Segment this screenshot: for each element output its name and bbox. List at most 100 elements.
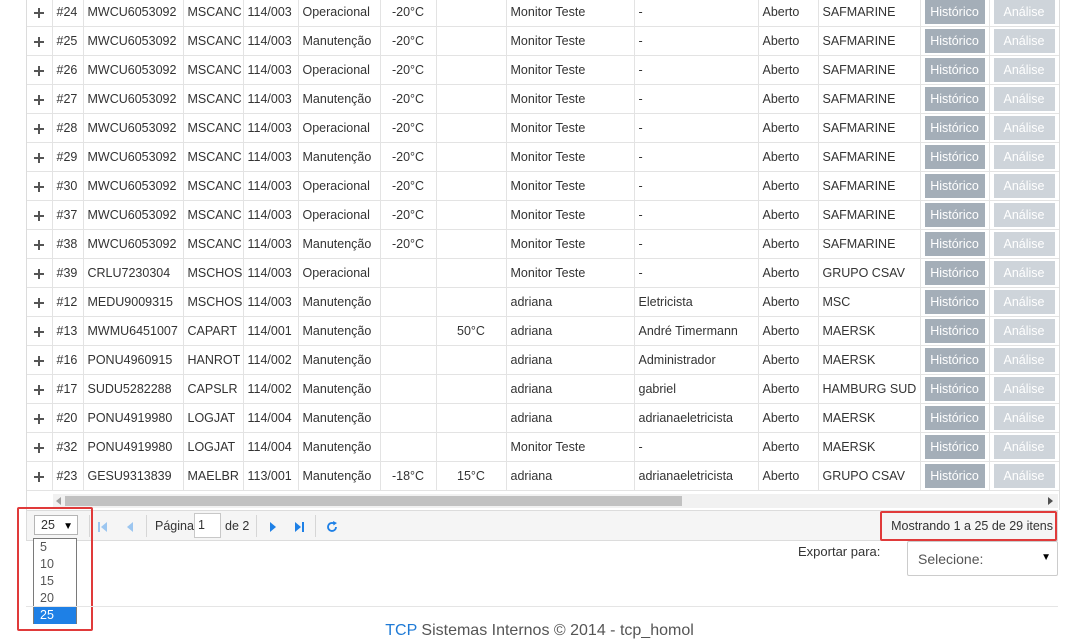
analise-button[interactable]: Análise bbox=[993, 145, 1055, 169]
expand-plus-icon[interactable] bbox=[34, 384, 45, 395]
expand-cell[interactable] bbox=[27, 200, 53, 230]
historico-button[interactable]: Histórico bbox=[924, 232, 985, 256]
table-row[interactable]: #38 MWCU6053092 MSCANC 114/003 Manutenção -20… bbox=[27, 229, 1059, 259]
historico-button[interactable]: Histórico bbox=[924, 290, 985, 314]
historico-button[interactable]: Histórico bbox=[924, 348, 985, 372]
expand-plus-icon[interactable] bbox=[34, 36, 45, 47]
expand-plus-icon[interactable] bbox=[34, 326, 45, 337]
table-row[interactable]: #20 PONU4919980 LOGJAT 114/004 Manutenção adr… bbox=[27, 403, 1059, 433]
expand-plus-icon[interactable] bbox=[34, 297, 45, 308]
scroll-left-icon[interactable] bbox=[56, 497, 61, 505]
historico-button[interactable]: Histórico bbox=[924, 203, 985, 227]
expand-plus-icon[interactable] bbox=[34, 181, 45, 192]
table-row[interactable]: #24 MWCU6053092 MSCANC 114/003 Operacional -2… bbox=[27, 0, 1059, 27]
analise-button[interactable]: Análise bbox=[993, 116, 1055, 140]
table-row[interactable]: #27 MWCU6053092 MSCANC 114/003 Manutenção -20… bbox=[27, 84, 1059, 114]
table-row[interactable]: #25 MWCU6053092 MSCANC 114/003 Manutenção -20… bbox=[27, 26, 1059, 56]
analise-button[interactable]: Análise bbox=[993, 435, 1055, 459]
previous-page-icon[interactable] bbox=[123, 520, 137, 534]
expand-plus-icon[interactable] bbox=[34, 268, 45, 279]
historico-button[interactable]: Histórico bbox=[924, 58, 985, 82]
export-select[interactable]: Selecione: ▼ bbox=[907, 541, 1058, 576]
expand-plus-icon[interactable] bbox=[34, 471, 45, 482]
historico-button[interactable]: Histórico bbox=[924, 435, 985, 459]
scroll-right-icon[interactable] bbox=[1048, 497, 1053, 505]
table-row[interactable]: #29 MWCU6053092 MSCANC 114/003 Manutenção -20… bbox=[27, 142, 1059, 172]
expand-cell[interactable] bbox=[27, 113, 53, 143]
analise-button[interactable]: Análise bbox=[993, 348, 1055, 372]
expand-plus-icon[interactable] bbox=[34, 442, 45, 453]
expand-cell[interactable] bbox=[27, 432, 53, 462]
analise-button[interactable]: Análise bbox=[993, 406, 1055, 430]
footer-brand[interactable]: TCP bbox=[385, 622, 417, 639]
table-row[interactable]: #28 MWCU6053092 MSCANC 114/003 Operacional -2… bbox=[27, 113, 1059, 143]
analise-button[interactable]: Análise bbox=[993, 232, 1055, 256]
expand-plus-icon[interactable] bbox=[34, 355, 45, 366]
expand-cell[interactable] bbox=[27, 26, 53, 56]
analise-button[interactable]: Análise bbox=[993, 464, 1055, 488]
expand-cell[interactable] bbox=[27, 316, 53, 346]
expand-cell[interactable] bbox=[27, 287, 53, 317]
historico-button[interactable]: Histórico bbox=[924, 0, 985, 24]
expand-cell[interactable] bbox=[27, 374, 53, 404]
refresh-icon[interactable] bbox=[325, 520, 339, 534]
table-row[interactable]: #39 CRLU7230304 MSCHOS 114/003 Operacional Mo… bbox=[27, 258, 1059, 288]
expand-plus-icon[interactable] bbox=[34, 152, 45, 163]
historico-button[interactable]: Histórico bbox=[924, 406, 985, 430]
expand-cell[interactable] bbox=[27, 229, 53, 259]
expand-cell[interactable] bbox=[27, 461, 53, 491]
table-row[interactable]: #23 GESU9313839 MAELBR 113/001 Manutenção -18… bbox=[27, 461, 1059, 491]
table-row[interactable]: #30 MWCU6053092 MSCANC 114/003 Operacional -2… bbox=[27, 171, 1059, 201]
table-row[interactable]: #17 SUDU5282288 CAPSLR 114/002 Manutenção adr… bbox=[27, 374, 1059, 404]
expand-cell[interactable] bbox=[27, 258, 53, 288]
horizontal-scrollbar[interactable] bbox=[53, 494, 1058, 508]
historico-button[interactable]: Histórico bbox=[924, 319, 985, 343]
expand-cell[interactable] bbox=[27, 55, 53, 85]
table-row[interactable]: #16 PONU4960915 HANROT 114/002 Manutenção adr… bbox=[27, 345, 1059, 375]
last-page-icon[interactable] bbox=[292, 520, 306, 534]
table-row[interactable]: #26 MWCU6053092 MSCANC 114/003 Operacional -2… bbox=[27, 55, 1059, 85]
historico-button[interactable]: Histórico bbox=[924, 174, 985, 198]
expand-plus-icon[interactable] bbox=[34, 94, 45, 105]
analise-button[interactable]: Análise bbox=[993, 377, 1055, 401]
page-number-input[interactable]: 1 bbox=[194, 513, 221, 538]
expand-plus-icon[interactable] bbox=[34, 7, 45, 18]
historico-button[interactable]: Histórico bbox=[924, 377, 985, 401]
analise-button[interactable]: Análise bbox=[993, 29, 1055, 53]
expand-plus-icon[interactable] bbox=[34, 123, 45, 134]
expand-plus-icon[interactable] bbox=[34, 413, 45, 424]
historico-button[interactable]: Histórico bbox=[924, 145, 985, 169]
scrollbar-thumb[interactable] bbox=[65, 496, 682, 506]
expand-cell[interactable] bbox=[27, 142, 53, 172]
analise-button[interactable]: Análise bbox=[993, 261, 1055, 285]
first-page-icon[interactable] bbox=[96, 520, 110, 534]
expand-cell[interactable] bbox=[27, 0, 53, 27]
historico-button[interactable]: Histórico bbox=[924, 116, 985, 140]
expand-cell[interactable] bbox=[27, 345, 53, 375]
expand-plus-icon[interactable] bbox=[34, 65, 45, 76]
table-row[interactable]: #37 MWCU6053092 MSCANC 114/003 Operacional -2… bbox=[27, 200, 1059, 230]
historico-button[interactable]: Histórico bbox=[924, 29, 985, 53]
row-setpoint bbox=[436, 374, 507, 404]
analise-button[interactable]: Análise bbox=[993, 0, 1055, 24]
analise-button[interactable]: Análise bbox=[993, 174, 1055, 198]
table-row[interactable]: #12 MEDU9009315 MSCHOS 114/003 Manutenção adr… bbox=[27, 287, 1059, 317]
historico-button[interactable]: Histórico bbox=[924, 464, 985, 488]
expand-cell[interactable] bbox=[27, 403, 53, 433]
row-slot: 114/004 bbox=[243, 432, 299, 462]
next-page-icon[interactable] bbox=[266, 520, 280, 534]
analise-button[interactable]: Análise bbox=[993, 319, 1055, 343]
historico-button[interactable]: Histórico bbox=[924, 87, 985, 111]
table-row[interactable]: #32 PONU4919980 LOGJAT 114/004 Manutenção Mon… bbox=[27, 432, 1059, 462]
analise-button[interactable]: Análise bbox=[993, 290, 1055, 314]
expand-plus-icon[interactable] bbox=[34, 210, 45, 221]
analise-button[interactable]: Análise bbox=[993, 58, 1055, 82]
expand-cell[interactable] bbox=[27, 84, 53, 114]
expand-cell[interactable] bbox=[27, 171, 53, 201]
expand-plus-icon[interactable] bbox=[34, 239, 45, 250]
row-status: Manutenção bbox=[298, 84, 381, 114]
table-row[interactable]: #13 MWMU6451007 CAPART 114/001 Manutenção 50°… bbox=[27, 316, 1059, 346]
analise-button[interactable]: Análise bbox=[993, 203, 1055, 227]
historico-button[interactable]: Histórico bbox=[924, 261, 985, 285]
analise-button[interactable]: Análise bbox=[993, 87, 1055, 111]
